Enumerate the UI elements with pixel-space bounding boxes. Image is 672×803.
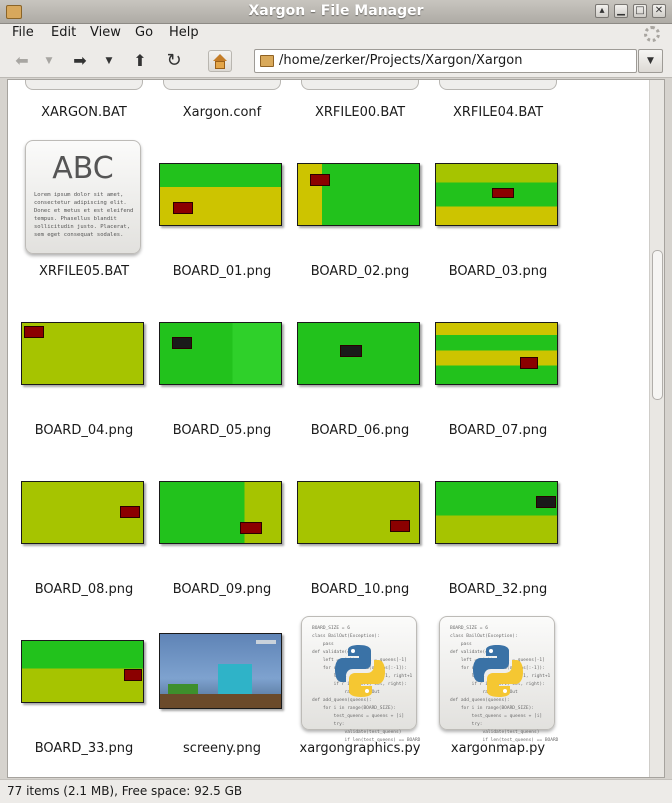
python-file-thumbnail: BOARD_SIZE = 6 class BailOut(Exception):… xyxy=(301,616,420,743)
file-name: BOARD_03.png xyxy=(448,264,548,279)
file-thumbnail xyxy=(439,80,557,90)
file-name: BOARD_05.png xyxy=(172,423,272,438)
image-thumbnail xyxy=(21,481,144,544)
scrollbar-thumb[interactable] xyxy=(652,250,663,400)
forward-history-dropdown[interactable]: ▼ xyxy=(102,51,116,71)
image-thumbnail xyxy=(297,322,420,385)
file-thumbnail xyxy=(301,80,419,90)
abc-preview: ABC xyxy=(52,151,114,186)
file-name: BOARD_02.png xyxy=(310,264,410,279)
file-name: BOARD_01.png xyxy=(172,264,272,279)
image-thumbnail xyxy=(159,481,282,544)
window-title: Xargon - File Manager xyxy=(248,3,424,19)
file-name: screeny.png xyxy=(183,741,261,756)
file-view[interactable]: XARGON.BAT Xargon.conf XRFILE00.BAT XRFI… xyxy=(7,79,665,778)
vertical-scrollbar[interactable] xyxy=(649,80,664,777)
file-name: XARGON.BAT xyxy=(41,105,127,120)
back-button[interactable]: ⬅ xyxy=(12,51,32,71)
status-text: 77 items (2.1 MB), Free space: 92.5 GB xyxy=(7,784,243,798)
location-history-dropdown[interactable]: ▼ xyxy=(638,49,663,73)
home-icon xyxy=(213,54,227,61)
reload-button[interactable]: ↻ xyxy=(164,51,184,71)
window-controls: ▴ ▁ □ ✕ xyxy=(595,4,666,18)
menu-bar: File Edit View Go Help xyxy=(0,24,672,44)
lorem-preview: Lorem ipsum dolor sit amet, consectetur … xyxy=(34,192,134,238)
folder-icon xyxy=(260,55,274,67)
status-bar: 77 items (2.1 MB), Free space: 92.5 GB xyxy=(0,779,672,803)
python-file-thumbnail: BOARD_SIZE = 6 class BailOut(Exception):… xyxy=(439,616,558,743)
file-name: XRFILE05.BAT xyxy=(38,264,130,279)
forward-button[interactable]: ➡ xyxy=(70,51,90,71)
text-file-thumbnail: ABC Lorem ipsum dolor sit amet, consecte… xyxy=(25,140,141,254)
file-name: BOARD_33.png xyxy=(34,741,134,756)
file-name: BOARD_06.png xyxy=(310,423,410,438)
image-thumbnail xyxy=(435,163,558,226)
file-name: BOARD_32.png xyxy=(448,582,548,597)
home-button[interactable] xyxy=(208,50,232,72)
file-name: BOARD_08.png xyxy=(34,582,134,597)
image-thumbnail xyxy=(21,322,144,385)
minimize-button[interactable]: ▁ xyxy=(614,4,628,18)
file-name: Xargon.conf xyxy=(182,105,262,120)
menu-file[interactable]: File xyxy=(12,25,34,40)
file-name: XRFILE04.BAT xyxy=(452,105,544,120)
menu-help[interactable]: Help xyxy=(169,25,199,40)
title-bar[interactable]: Xargon - File Manager ▴ ▁ □ ✕ xyxy=(0,0,672,24)
location-path[interactable]: /home/zerker/Projects/Xargon/Xargon xyxy=(279,53,522,68)
image-thumbnail xyxy=(435,481,558,544)
menu-edit[interactable]: Edit xyxy=(51,25,76,40)
close-button[interactable]: ✕ xyxy=(652,4,666,18)
file-name: XRFILE00.BAT xyxy=(314,105,406,120)
image-thumbnail xyxy=(159,322,282,385)
file-thumbnail xyxy=(163,80,281,90)
menu-go[interactable]: Go xyxy=(135,25,153,40)
python-logo-icon xyxy=(335,645,385,697)
file-name: xargongraphics.py xyxy=(299,741,421,756)
image-thumbnail xyxy=(21,640,144,703)
image-thumbnail xyxy=(435,322,558,385)
image-thumbnail xyxy=(297,163,420,226)
back-history-dropdown[interactable]: ▼ xyxy=(42,51,56,71)
maximize-button[interactable]: □ xyxy=(633,4,647,18)
file-name: BOARD_04.png xyxy=(34,423,134,438)
busy-spinner-icon xyxy=(644,26,660,42)
image-thumbnail xyxy=(297,481,420,544)
file-name: BOARD_10.png xyxy=(310,582,410,597)
up-button[interactable]: ⬆ xyxy=(130,51,150,71)
file-name: BOARD_09.png xyxy=(172,582,272,597)
python-logo-icon xyxy=(473,645,523,697)
screenshot-thumbnail xyxy=(159,633,282,709)
shade-button[interactable]: ▴ xyxy=(595,4,609,18)
file-thumbnail xyxy=(25,80,143,90)
file-name: xargonmap.py xyxy=(450,741,546,756)
image-thumbnail xyxy=(159,163,282,226)
file-name: BOARD_07.png xyxy=(448,423,548,438)
menu-view[interactable]: View xyxy=(90,25,121,40)
location-bar[interactable]: /home/zerker/Projects/Xargon/Xargon xyxy=(254,49,637,73)
toolbar: ⬅ ▼ ➡ ▼ ⬆ ↻ /home/zerker/Projects/Xargon… xyxy=(0,44,672,78)
